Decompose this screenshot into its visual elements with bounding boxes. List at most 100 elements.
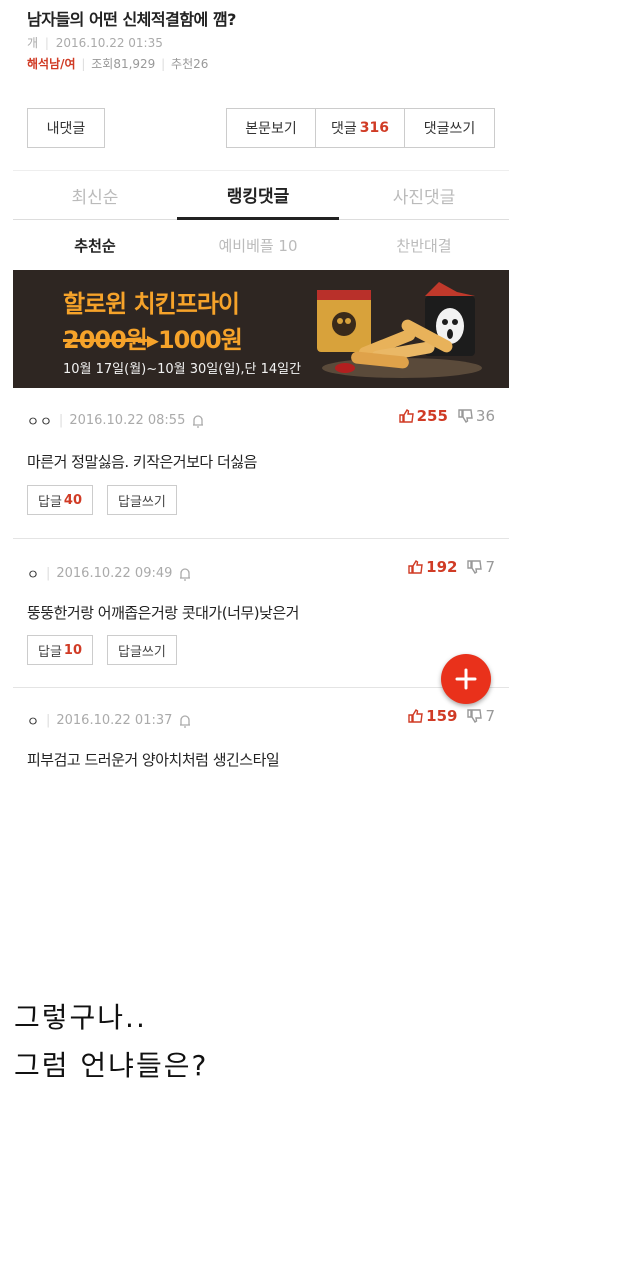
comment-datetime: 2016.10.22 01:37: [56, 713, 173, 728]
reply-count: 10: [63, 642, 83, 658]
post-recommends: 추천26: [171, 57, 209, 71]
view-post-label: 본문보기: [245, 121, 297, 137]
tab-latest[interactable]: 최신순: [13, 171, 177, 220]
my-comments-button[interactable]: 내댓글: [27, 108, 105, 148]
chicken-fries-illustration: [317, 282, 482, 378]
like-count: 192: [426, 558, 458, 576]
separator: |: [44, 36, 49, 50]
write-reply-button[interactable]: 답글쓰기: [107, 485, 177, 515]
tab-ranking[interactable]: 랭킹댓글: [177, 171, 339, 220]
sort-tabs: 최신순 랭킹댓글 사진댓글: [13, 170, 509, 220]
comments-button[interactable]: 댓글 316: [315, 108, 405, 148]
thumbs-up-icon: [408, 709, 423, 723]
my-comments-label: 내댓글: [46, 121, 86, 137]
like-button[interactable]: 159: [408, 707, 457, 725]
banner-old-price: 2000원: [63, 326, 148, 354]
thumbs-down-icon: [458, 409, 473, 423]
separator: |: [45, 566, 51, 581]
like-count: 159: [426, 707, 458, 725]
thumbs-up-icon: [408, 560, 423, 574]
write-reply-button[interactable]: 답글쓰기: [107, 635, 177, 665]
sub-sort-tabs: 추천순 예비베플 10 찬반대결: [13, 222, 509, 268]
comment-text: 피부검고 드러운거 양아치처럼 생긴스타일: [27, 751, 280, 769]
subtab-pre-best[interactable]: 예비베플 10: [177, 222, 339, 268]
comment-user[interactable]: ㅇㅇ: [27, 411, 53, 430]
view-post-button[interactable]: 본문보기: [226, 108, 316, 148]
comment-user[interactable]: ㅇ: [27, 564, 40, 583]
separator: |: [45, 713, 51, 728]
thumbs-up-icon: [398, 409, 414, 423]
dislike-count: 7: [485, 707, 495, 725]
app-screen: 남자들의 어떤 신체적결함에 깸? 개 | 2016.10.22 01:35 해…: [13, 0, 509, 782]
subtab-pro-con[interactable]: 찬반대결: [339, 222, 509, 268]
report-bell-icon[interactable]: [178, 567, 192, 581]
post-meta: 개 | 2016.10.22 01:35: [27, 34, 509, 51]
thumbs-down-icon: [467, 560, 483, 574]
comment-meta: ㅇ | 2016.10.22 09:49: [27, 564, 192, 583]
comment-meta: ㅇ | 2016.10.22 01:37: [27, 711, 192, 730]
like-button[interactable]: 255: [398, 407, 448, 425]
subtab-pro-con-label: 찬반대결: [396, 236, 452, 255]
subtab-recommended[interactable]: 추천순: [13, 222, 177, 268]
comment-item: ㅇ | 2016.10.22 09:49 192 7 뚱뚱한거랑 어깨좁은거랑 …: [13, 540, 509, 688]
reply-label: 답글: [38, 644, 62, 660]
separator: |: [161, 57, 166, 71]
plus-icon: [455, 668, 477, 690]
post-title: 남자들의 어떤 신체적결함에 깸?: [27, 10, 236, 29]
post-author[interactable]: 해석남/여: [27, 57, 76, 71]
comment-text: 뚱뚱한거랑 어깨좁은거랑 콧대가(너무)낮은거: [27, 604, 299, 622]
post-header: 남자들의 어떤 신체적결함에 깸? 개 | 2016.10.22 01:35 해…: [13, 0, 509, 100]
comment-item: ㅇ | 2016.10.22 01:37 159 7 피부검고 드러운거 양아치…: [13, 689, 509, 782]
post-datetime: 2016.10.22 01:35: [55, 36, 163, 50]
comment-text: 마른거 정말싫음. 키작은거보다 더싫음: [27, 453, 257, 471]
banner-new-price: 1000원: [157, 326, 243, 354]
dislike-count: 7: [485, 558, 495, 576]
reply-count: 40: [63, 492, 83, 508]
banner-period: 10월 17일(월)~10월 30일(일),단 14일간: [63, 362, 302, 377]
dislike-button[interactable]: 7: [467, 707, 495, 725]
comment-votes: 255 36: [398, 407, 495, 425]
subtab-pre-best-label: 예비베플 10: [218, 236, 298, 255]
comment-meta: ㅇㅇ | 2016.10.22 08:55: [27, 411, 205, 430]
dislike-count: 36: [475, 407, 495, 425]
report-bell-icon[interactable]: [191, 414, 205, 428]
write-reply-label: 답글쓰기: [118, 644, 166, 660]
banner-price: 2000원▸1000원: [63, 320, 243, 355]
write-comment-label: 댓글쓰기: [423, 121, 476, 137]
report-bell-icon[interactable]: [178, 714, 192, 728]
post-stats: 해석남/여 | 조회81,929 | 추천26: [27, 55, 509, 72]
like-button[interactable]: 192: [408, 558, 457, 576]
comment-user[interactable]: ㅇ: [27, 711, 40, 730]
write-reply-label: 답글쓰기: [118, 494, 166, 510]
subtab-recommended-label: 추천순: [74, 236, 116, 255]
reply-button[interactable]: 답글 10: [27, 635, 94, 665]
comment-item: ㅇㅇ | 2016.10.22 08:55 255 36 마른거 정말싫음. 키…: [13, 389, 509, 539]
dislike-button[interactable]: 7: [467, 558, 495, 576]
write-comment-button[interactable]: 댓글쓰기: [404, 108, 495, 148]
tab-photo-label: 사진댓글: [392, 188, 456, 208]
separator: |: [58, 413, 64, 428]
reply-label: 답글: [38, 494, 62, 510]
post-views: 조회81,929: [91, 57, 156, 71]
post-category: 개: [27, 36, 39, 50]
separator: |: [81, 57, 86, 71]
comment-datetime: 2016.10.22 08:55: [69, 413, 186, 428]
comments-label: 댓글: [331, 121, 357, 137]
tab-latest-label: 최신순: [71, 188, 119, 208]
banner-arrow-icon: ▸: [146, 326, 159, 354]
action-buttons: 내댓글 본문보기 댓글 316 댓글쓰기: [27, 108, 497, 150]
caption-line-1: 그렇구나..: [14, 1001, 147, 1034]
banner-title: 할로윈 치킨프라이: [63, 290, 240, 318]
reply-button[interactable]: 답글 40: [27, 485, 94, 515]
floating-add-button[interactable]: [441, 654, 491, 704]
comment-datetime: 2016.10.22 09:49: [56, 566, 173, 581]
thumbs-down-icon: [467, 709, 483, 723]
comment-votes: 159 7: [408, 707, 495, 725]
dislike-button[interactable]: 36: [458, 407, 495, 425]
tab-photo[interactable]: 사진댓글: [339, 171, 509, 220]
like-count: 255: [416, 407, 448, 425]
ad-banner[interactable]: 할로윈 치킨프라이 2000원▸1000원 10월 17일(월)~10월 30일…: [13, 270, 509, 388]
comments-count: 316: [359, 120, 389, 136]
tab-ranking-label: 랭킹댓글: [226, 186, 290, 207]
comment-votes: 192 7: [408, 558, 495, 576]
